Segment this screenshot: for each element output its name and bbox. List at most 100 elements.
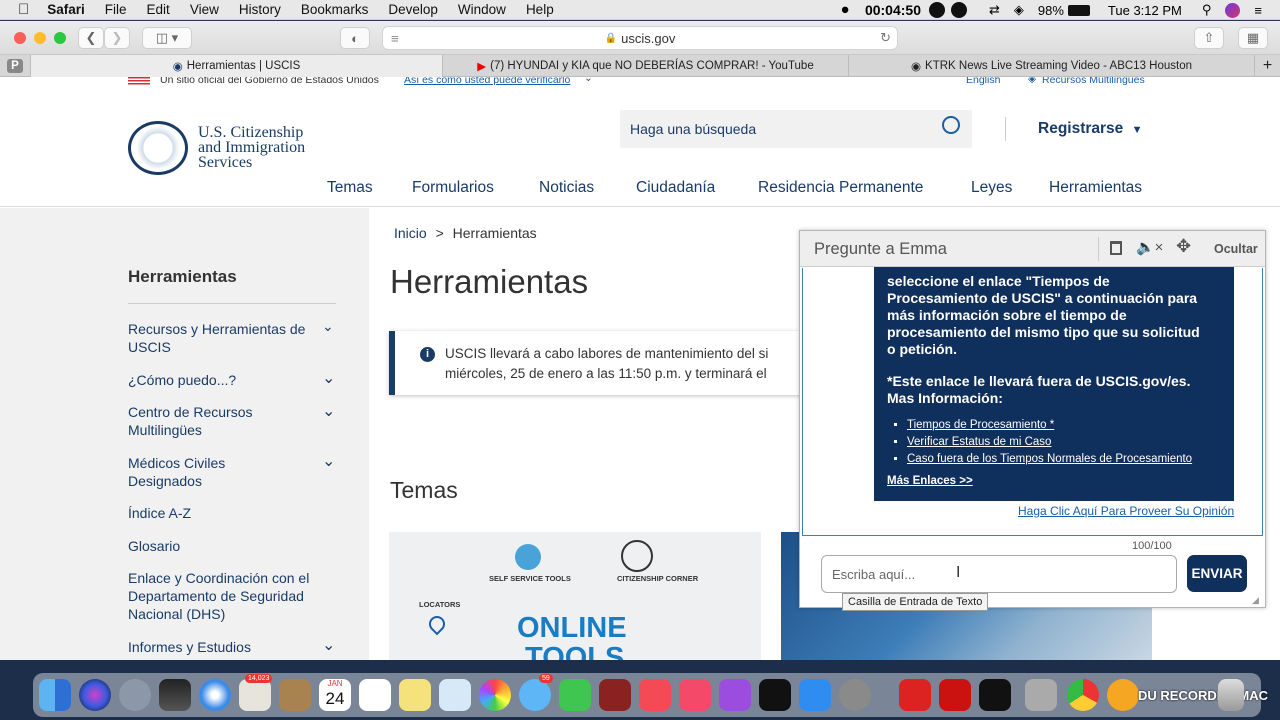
chevron-down-icon[interactable]: ⌄ bbox=[322, 451, 336, 470]
apple-tv-icon[interactable] bbox=[759, 679, 791, 711]
sidebar-item-indice[interactable]: Índice A-Z bbox=[128, 504, 328, 522]
news-icon[interactable] bbox=[639, 679, 671, 711]
hide-button[interactable]: Ocultar bbox=[1214, 242, 1258, 256]
menu-develop[interactable]: Develop bbox=[388, 2, 438, 17]
app-store-icon[interactable] bbox=[799, 679, 831, 711]
move-icon[interactable]: ✥ bbox=[1176, 236, 1191, 257]
minimize-window-button[interactable] bbox=[34, 32, 46, 44]
dhs-seal-logo[interactable] bbox=[128, 121, 188, 175]
notes-app-icon[interactable] bbox=[279, 679, 311, 711]
sidebar-item-como-puedo[interactable]: ¿Cómo puedo...? bbox=[128, 371, 328, 389]
pinned-tab[interactable]: P bbox=[0, 55, 30, 77]
activity-monitor-icon[interactable] bbox=[979, 679, 1011, 711]
apple-icon[interactable]:  bbox=[18, 1, 29, 18]
nav-formularios[interactable]: Formularios bbox=[412, 179, 494, 197]
safari-icon[interactable] bbox=[199, 679, 231, 711]
clock[interactable]: Tue 3:12 PM bbox=[1108, 3, 1182, 18]
photo-booth-app-icon[interactable] bbox=[599, 679, 631, 711]
link-outside-normal-times[interactable]: Caso fuera de los Tiempos Normales de Pr… bbox=[907, 451, 1192, 468]
reload-icon[interactable]: ↻ bbox=[880, 30, 891, 46]
menu-window[interactable]: Window bbox=[458, 2, 506, 17]
chevron-down-icon[interactable]: ⌄ bbox=[322, 318, 336, 334]
zoom-window-button[interactable] bbox=[54, 32, 66, 44]
link-processing-times[interactable]: Tiempos de Procesamiento * bbox=[907, 417, 1192, 434]
menu-edit[interactable]: Edit bbox=[147, 2, 170, 17]
search-icon[interactable]: ⚲ bbox=[1202, 2, 1212, 18]
new-tab-button[interactable]: + bbox=[1254, 55, 1280, 77]
search-box[interactable]: Haga una búsqueda bbox=[620, 110, 972, 148]
sidebar-toggle-button[interactable]: ◫ ▾ bbox=[142, 27, 192, 49]
tab-uscis[interactable]: ◉ Herramientas | USCIS bbox=[30, 55, 442, 77]
camera-icon[interactable]: ⚫ bbox=[839, 2, 851, 19]
reader-icon[interactable]: ≡ bbox=[391, 31, 399, 46]
reminders-icon[interactable] bbox=[359, 679, 391, 711]
keychain-icon[interactable] bbox=[1025, 679, 1057, 711]
launchpad-icon[interactable] bbox=[119, 679, 151, 711]
calendar-icon[interactable]: JAN 24 bbox=[319, 679, 351, 711]
mail-icon[interactable]: 14,023 bbox=[239, 674, 273, 711]
menu-help[interactable]: Help bbox=[526, 2, 554, 17]
privacy-report-button[interactable]: ◐ bbox=[340, 27, 370, 49]
close-window-button[interactable] bbox=[14, 32, 26, 44]
search-icon[interactable] bbox=[942, 116, 960, 134]
trash-icon[interactable] bbox=[1218, 679, 1244, 711]
feedback-link[interactable]: Haga Clic Aquí Para Proveer Su Opinión bbox=[1018, 504, 1234, 518]
chevron-down-icon[interactable]: ⌄ bbox=[322, 368, 336, 387]
menu-list-icon[interactable]: ≡ bbox=[1254, 3, 1262, 18]
nav-herramientas[interactable]: Herramientas bbox=[1049, 179, 1142, 197]
siri-icon[interactable] bbox=[79, 679, 111, 711]
share-button[interactable]: ⇧ bbox=[1194, 27, 1224, 49]
mute-icon[interactable]: 🔈× bbox=[1136, 238, 1163, 256]
site-logo-text[interactable]: U.S. Citizenship and Immigration Service… bbox=[198, 125, 305, 171]
stop-icon[interactable] bbox=[950, 2, 967, 18]
pdf-app-icon[interactable] bbox=[899, 679, 931, 711]
nav-leyes[interactable]: Leyes bbox=[971, 179, 1012, 197]
link-case-status[interactable]: Verificar Estatus de mi Caso bbox=[907, 434, 1192, 451]
tab-overview-button[interactable]: ▦ bbox=[1238, 27, 1268, 49]
preview-icon[interactable] bbox=[439, 679, 471, 711]
sidebar-item-informes[interactable]: Informes y Estudios bbox=[128, 638, 328, 656]
menu-app-name[interactable]: Safari bbox=[47, 2, 85, 17]
gov-banner-link[interactable]: Así es como usted puede verificarlo bbox=[404, 77, 570, 86]
photos-icon[interactable] bbox=[479, 679, 511, 711]
music-icon[interactable] bbox=[679, 679, 711, 711]
address-bar[interactable]: ≡ 🔒 uscis.gov ↻ bbox=[382, 26, 898, 50]
chevron-down-icon[interactable]: ⌄ bbox=[322, 401, 336, 420]
pdf-editor-icon[interactable] bbox=[939, 679, 971, 711]
nav-residencia-permanente[interactable]: Residencia Permanente bbox=[758, 179, 923, 197]
english-link[interactable]: English bbox=[966, 77, 1000, 86]
photo-booth-icon[interactable] bbox=[159, 679, 191, 711]
multilingual-link[interactable]: Recursos Multilingües bbox=[1042, 77, 1145, 86]
sidebar-item-dhs[interactable]: Enlace y Coordinación con el Departament… bbox=[128, 569, 313, 623]
sidebar-item-multilingue[interactable]: Centro de Recursos Multilingües bbox=[128, 403, 278, 439]
chrome-icon[interactable] bbox=[1067, 679, 1099, 711]
menu-history[interactable]: History bbox=[239, 2, 281, 17]
sync-icon[interactable]: ⇄ bbox=[989, 2, 1000, 18]
tab-ktrk[interactable]: ◉ KTRK News Live Streaming Video - ABC13… bbox=[848, 55, 1254, 77]
menu-bookmarks[interactable]: Bookmarks bbox=[301, 2, 369, 17]
sidebar-item-recursos[interactable]: Recursos y Herramientas de USCIS bbox=[128, 320, 308, 356]
back-button[interactable]: ❮ bbox=[78, 27, 104, 49]
sidebar-item-medicos[interactable]: Médicos Civiles Designados bbox=[128, 454, 258, 490]
chevron-down-icon[interactable]: ⌄ bbox=[322, 635, 336, 654]
resize-handle-icon[interactable]: ◢ bbox=[1252, 595, 1259, 606]
messages-icon[interactable]: 59 bbox=[519, 674, 553, 711]
du-recorder-icon[interactable] bbox=[1107, 679, 1139, 711]
stickies-icon[interactable] bbox=[399, 679, 431, 711]
facetime-icon[interactable] bbox=[559, 679, 591, 711]
nav-temas[interactable]: Temas bbox=[327, 179, 373, 197]
send-button[interactable]: ENVIAR bbox=[1187, 555, 1247, 592]
online-tools-card[interactable]: SELF SERVICE TOOLS CITIZENSHIP CORNER LO… bbox=[389, 532, 761, 660]
forward-button[interactable]: ❯ bbox=[104, 27, 130, 49]
wifi-icon[interactable]: ◈ bbox=[1014, 2, 1024, 18]
pause-icon[interactable] bbox=[928, 2, 945, 18]
system-preferences-icon[interactable] bbox=[839, 679, 871, 711]
search-input[interactable]: Haga una búsqueda bbox=[630, 121, 756, 137]
nav-noticias[interactable]: Noticias bbox=[539, 179, 594, 197]
nav-ciudadania[interactable]: Ciudadanía bbox=[636, 179, 715, 197]
chat-input[interactable]: Escriba aquí... I bbox=[821, 555, 1177, 593]
tab-youtube[interactable]: ▶ (7) HYUNDAI y KIA que NO DEBERÍAS COMP… bbox=[442, 55, 848, 77]
chevron-down-icon[interactable]: ⌄ bbox=[584, 77, 593, 84]
menu-file[interactable]: File bbox=[105, 2, 127, 17]
battery-icon[interactable] bbox=[1067, 4, 1090, 16]
